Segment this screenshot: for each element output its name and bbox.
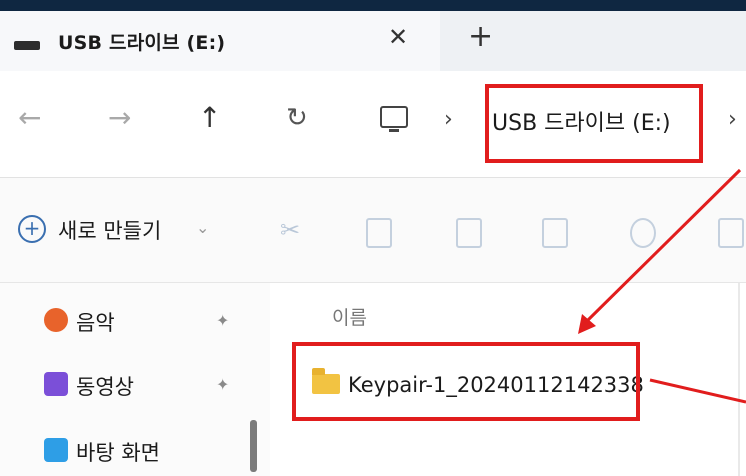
pane-divider	[738, 283, 740, 476]
refresh-button[interactable]: ↻	[286, 103, 308, 133]
tab-usb-drive[interactable]: USB 드라이브 (E:) ✕	[0, 11, 440, 71]
cut-icon[interactable]: ✂	[278, 216, 302, 246]
desktop-icon	[44, 438, 68, 462]
breadcrumb-separator[interactable]: ›	[444, 107, 453, 132]
plus-circle-icon: +	[18, 215, 46, 243]
rename-icon[interactable]	[542, 218, 568, 248]
navigation-pane: 음악 ✦ 동영상 ✦ 바탕 화면	[0, 283, 270, 476]
delete-icon[interactable]	[718, 218, 744, 248]
up-button[interactable]: ↑	[198, 101, 221, 134]
breadcrumb-separator-end[interactable]: ›	[728, 107, 737, 132]
tab-title: USB 드라이브 (E:)	[58, 32, 226, 54]
close-tab-button[interactable]: ✕	[388, 23, 408, 51]
address-bar-row: ← → ↑ ↻ › USB 드라이브 (E:) ›	[0, 71, 746, 177]
video-icon	[44, 372, 68, 396]
forward-button[interactable]: →	[108, 101, 131, 134]
paste-icon[interactable]	[456, 218, 482, 248]
nav-pane-scrollbar[interactable]	[250, 420, 257, 472]
tab-bar: USB 드라이브 (E:) ✕ +	[0, 11, 746, 71]
window-top-edge	[0, 0, 746, 11]
sidebar-item-label: 음악	[76, 311, 115, 335]
new-tab-button[interactable]: +	[468, 19, 493, 54]
sidebar-item-label: 바탕 화면	[76, 441, 160, 465]
pin-icon[interactable]: ✦	[216, 311, 229, 330]
share-icon[interactable]	[630, 218, 656, 248]
sidebar-item-label: 동영상	[76, 375, 134, 399]
back-button[interactable]: ←	[18, 101, 41, 134]
folder-highlight-box	[292, 342, 640, 421]
address-highlight-box	[485, 84, 703, 163]
this-pc-icon[interactable]	[380, 106, 408, 132]
copy-icon[interactable]	[366, 218, 392, 248]
pin-icon[interactable]: ✦	[216, 375, 229, 394]
new-button-label: 새로 만들기	[58, 219, 162, 243]
music-icon	[44, 308, 68, 332]
command-bar: + 새로 만들기 ⌄ ✂	[0, 178, 746, 282]
chevron-down-icon: ⌄	[196, 218, 210, 237]
column-header-name[interactable]: 이름	[332, 303, 367, 330]
drive-icon	[14, 41, 40, 50]
file-list: 이름 Keypair-1_20240112142338	[270, 283, 746, 476]
